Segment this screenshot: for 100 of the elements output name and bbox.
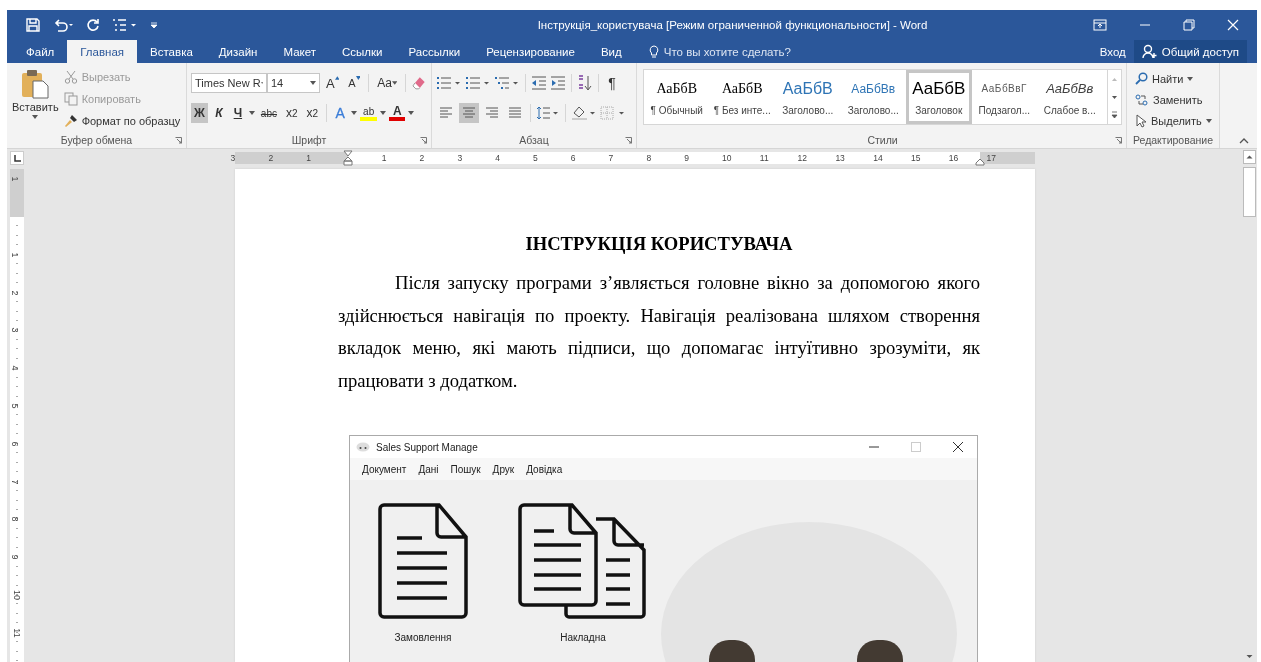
sort-icon[interactable] [577,75,593,91]
style-item[interactable]: АаБбВ Заголово... [775,70,841,124]
list-icon[interactable] [112,18,138,32]
numbered-list-icon[interactable] [465,76,491,90]
format-button[interactable]: abc [257,103,280,123]
ribbon-tab[interactable]: Главная [67,40,138,63]
customize-caret-icon[interactable] [150,21,158,29]
grow-font-button[interactable]: A [322,73,343,93]
align-icon [508,107,522,119]
line-spacing-icon[interactable] [536,106,560,120]
ruler-number: 6 [570,152,576,164]
tell-me-field[interactable]: Что вы хотите сделать? [663,45,864,58]
format-button[interactable]: Ж [191,103,208,123]
app-logo-icon [356,442,370,453]
ribbon-tab[interactable]: Ссылки [329,40,396,63]
replace-button[interactable]: Заменить [1135,90,1215,109]
ruler-number: 9 [684,152,689,164]
caret-icon [1205,118,1212,123]
group-label: Редактирование [1133,134,1213,146]
sign-in-link[interactable]: Вход [1091,40,1134,63]
caret-icon[interactable] [351,111,358,115]
documents-icon [518,503,648,620]
dialog-launcher-icon[interactable] [420,137,427,144]
ruler-number: 17 [986,152,997,164]
close-icon [953,442,963,453]
shading-icon[interactable] [571,105,597,121]
caret-icon [309,81,316,85]
tile-label: Накладна [560,632,606,644]
select-button[interactable]: Выделить [1135,111,1215,130]
ribbon-tab[interactable]: Макет [270,40,329,63]
style-item[interactable]: АаБбВв Слабое в... [1037,70,1103,124]
caret-icon[interactable] [408,111,415,115]
undo-icon[interactable] [52,18,74,32]
font-color-button[interactable]: A [389,105,406,121]
shrink-font-button[interactable]: A [345,73,364,93]
document-paragraph: Після запуску програми з’являється головне вікно за допомогою якого здійснюється навігація по проекту. Навігація реалізована шляхом створення вкладок меню, які мають підписи, що допомагає інтуїтивно зрозуміти, як працювати з додатком. [338,271,980,393]
ruler-number: 4 [9,365,20,371]
ribbon-tab[interactable]: Рассылки [395,40,474,63]
text-effects-button[interactable]: A [332,103,349,123]
scroll-up-icon[interactable] [1243,150,1256,164]
highlight-color-button[interactable]: ab [360,105,378,121]
maximize-icon [911,442,921,453]
caret-icon [260,81,263,85]
replace-icon [1135,92,1149,107]
ruler-number: 10 [722,152,732,164]
ribbon-tab[interactable]: Вид [587,40,635,63]
ruler-number: 2 [9,290,20,296]
dialog-launcher-icon[interactable] [625,137,632,144]
save-icon[interactable] [26,18,40,32]
share-button[interactable]: Общий доступ [1133,40,1247,63]
change-case-button[interactable]: Aa [374,73,401,93]
find-button[interactable]: Найти [1135,69,1215,88]
font-size-dropdown[interactable]: 14 [267,73,320,93]
dialog-launcher-icon[interactable] [175,137,182,144]
ribbon-tab[interactable]: Рецензирование [473,40,588,63]
redo-icon[interactable] [86,18,100,32]
style-item[interactable]: АаБбВв Заголово... [840,70,906,124]
ribbon-display-icon[interactable] [1093,19,1107,31]
format-painter-button[interactable]: Формат по образцу [63,111,181,130]
ruler-number: 1 [9,252,20,258]
caret-icon[interactable] [380,111,387,115]
tab-selector[interactable] [10,151,24,165]
style-item[interactable]: АаБбВ Заголовок [906,70,972,124]
group-label: Абзац [519,134,549,146]
up-triangle-icon [334,76,340,80]
indent-marker-icon[interactable] [343,150,353,166]
decrease-indent-icon[interactable] [531,76,547,90]
bullet-list-icon[interactable] [436,76,462,90]
caret-icon[interactable] [248,111,255,115]
font-name-dropdown[interactable]: Times New R [191,73,267,93]
document-heading: ІНСТРУКЦІЯ КОРИСТУВАЧА [524,233,794,255]
ruler-number: 5 [9,403,20,409]
ribbon-tab[interactable]: Дизайн [205,40,271,63]
ribbon-tab[interactable]: Файл [13,40,68,63]
lightbulb-icon [648,44,659,59]
close-icon[interactable] [1227,19,1239,31]
scrollbar-thumb[interactable] [1243,167,1256,217]
paste-button[interactable]: Вставить [11,67,60,121]
dialog-launcher-icon[interactable] [1115,137,1122,144]
format-button[interactable]: К [210,103,227,123]
collapse-ribbon-icon[interactable] [1239,138,1249,144]
ruler-number: 6 [9,441,20,447]
ribbon-tab[interactable]: Вставка [137,40,206,63]
format-button[interactable]: Ч [229,103,246,123]
search-icon [1135,72,1148,85]
ruler-number: 3 [9,327,20,333]
style-item[interactable]: АаБбВ ¶ Без инте... [709,70,775,124]
ruler-number: 16 [948,152,959,164]
eraser-icon[interactable] [411,75,427,91]
ruler-number: 1 [381,152,387,164]
style-item[interactable]: АаБбВвГ Подзагол... [971,70,1037,124]
group-label: Стили [867,134,898,146]
style-item[interactable]: АаБбВ ¶ Обычный [644,70,710,124]
ruler-number: 2 [268,152,274,164]
right-indent-marker-icon[interactable] [975,158,985,166]
ruler-number: 13 [835,152,845,164]
multilevel-list-icon[interactable] [494,76,520,90]
show-formatting-button[interactable]: ¶ [604,73,620,93]
restore-icon[interactable] [1183,19,1195,31]
increase-indent-icon[interactable] [550,76,566,90]
